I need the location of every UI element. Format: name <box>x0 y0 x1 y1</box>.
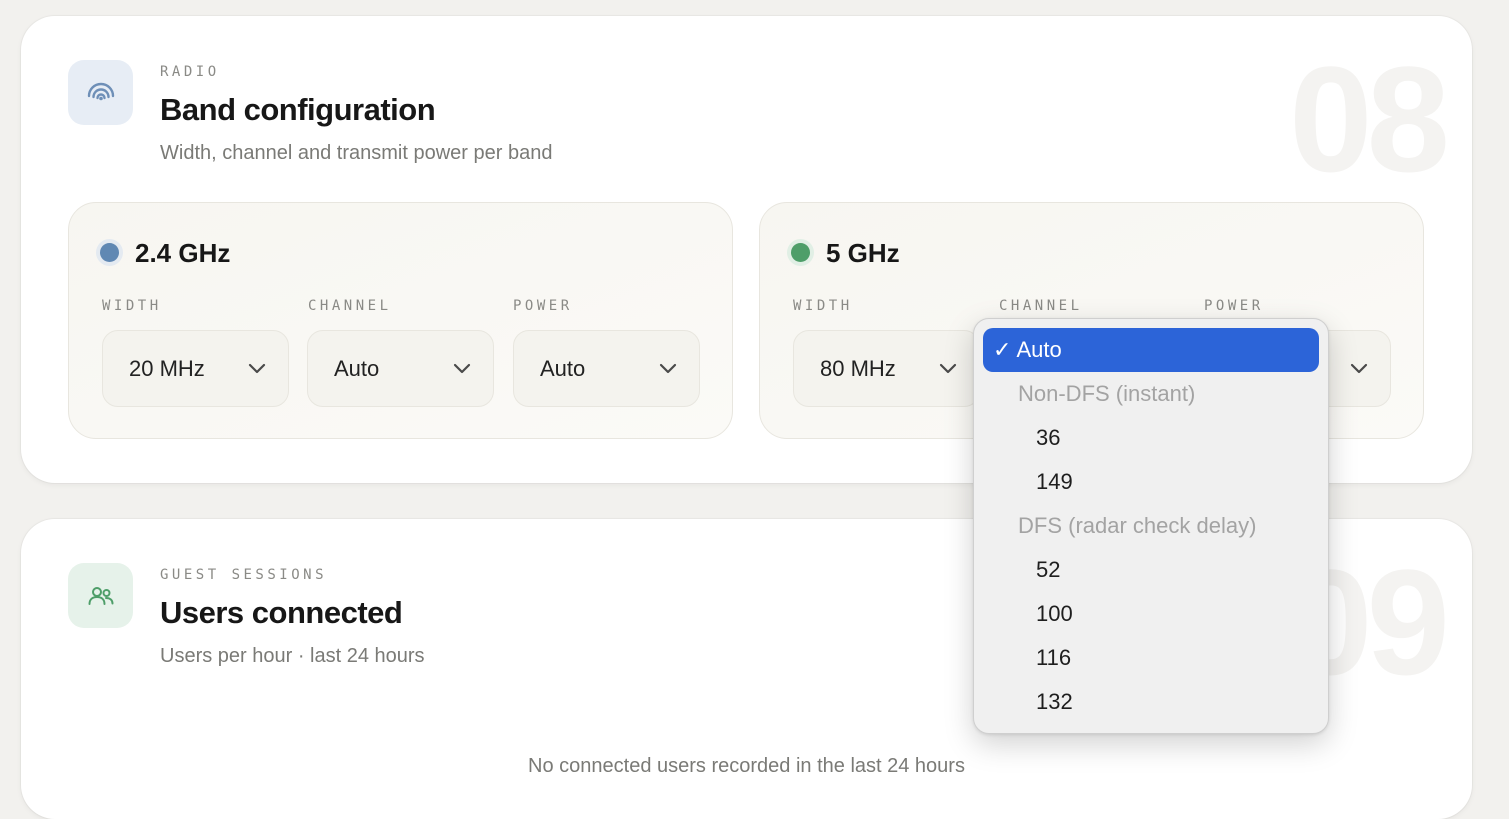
section-title: Users connected <box>160 595 403 630</box>
channel-dropdown-menu: ✓ Auto Non-DFS (instant) 36 149 DFS (rad… <box>973 318 1329 734</box>
power-select[interactable]: Auto <box>513 330 700 407</box>
band-name: 5 GHz <box>826 238 900 268</box>
channel-option-auto[interactable]: ✓ Auto <box>983 328 1319 372</box>
chevron-down-icon <box>939 363 957 374</box>
option-group-non-dfs: Non-DFS (instant) <box>1018 381 1196 406</box>
checkmark-icon: ✓ <box>993 337 1012 362</box>
channel-option[interactable]: 149 <box>983 460 1319 504</box>
power-select-value: Auto <box>540 355 586 381</box>
section-title: Band configuration <box>160 92 436 127</box>
section-subtitle: Width, channel and transmit power per ba… <box>160 142 553 164</box>
band-status-dot <box>791 243 810 262</box>
power-label: POWER <box>513 298 573 314</box>
channel-option[interactable]: 100 <box>983 592 1319 636</box>
option-group-dfs: DFS (radar check delay) <box>1018 513 1257 538</box>
width-select[interactable]: 80 MHz <box>793 330 980 407</box>
width-select[interactable]: 20 MHz <box>102 330 289 407</box>
channel-select-value: Auto <box>334 355 380 381</box>
channel-option[interactable]: 116 <box>983 636 1319 680</box>
channel-option[interactable]: 52 <box>983 548 1319 592</box>
width-select-value: 20 MHz <box>129 355 205 381</box>
section-subtitle: Users per hour · last 24 hours <box>160 645 425 667</box>
width-label: WIDTH <box>102 298 162 314</box>
channel-select[interactable]: Auto <box>307 330 494 407</box>
chevron-down-icon <box>248 363 266 374</box>
channel-label: CHANNEL <box>999 298 1083 314</box>
band-panel-2-4ghz: 2.4 GHz WIDTH CHANNEL POWER 20 MHz Auto … <box>68 202 733 439</box>
channel-option[interactable]: 132 <box>983 680 1319 724</box>
users-icon <box>68 563 133 628</box>
power-label: POWER <box>1204 298 1264 314</box>
width-select-value: 80 MHz <box>820 355 896 381</box>
width-label: WIDTH <box>793 298 853 314</box>
chevron-down-icon <box>453 363 471 374</box>
channel-option[interactable]: 36 <box>983 416 1319 460</box>
wifi-broadcast-icon <box>68 60 133 125</box>
channel-label: CHANNEL <box>308 298 392 314</box>
band-status-dot <box>100 243 119 262</box>
section-eyebrow: GUEST SESSIONS <box>160 567 328 583</box>
empty-state-message: No connected users recorded in the last … <box>528 755 965 777</box>
chevron-down-icon <box>659 363 677 374</box>
section-number: 08 <box>1289 35 1450 203</box>
chevron-down-icon <box>1350 363 1368 374</box>
band-name: 2.4 GHz <box>135 238 231 268</box>
section-eyebrow: RADIO <box>160 64 220 80</box>
